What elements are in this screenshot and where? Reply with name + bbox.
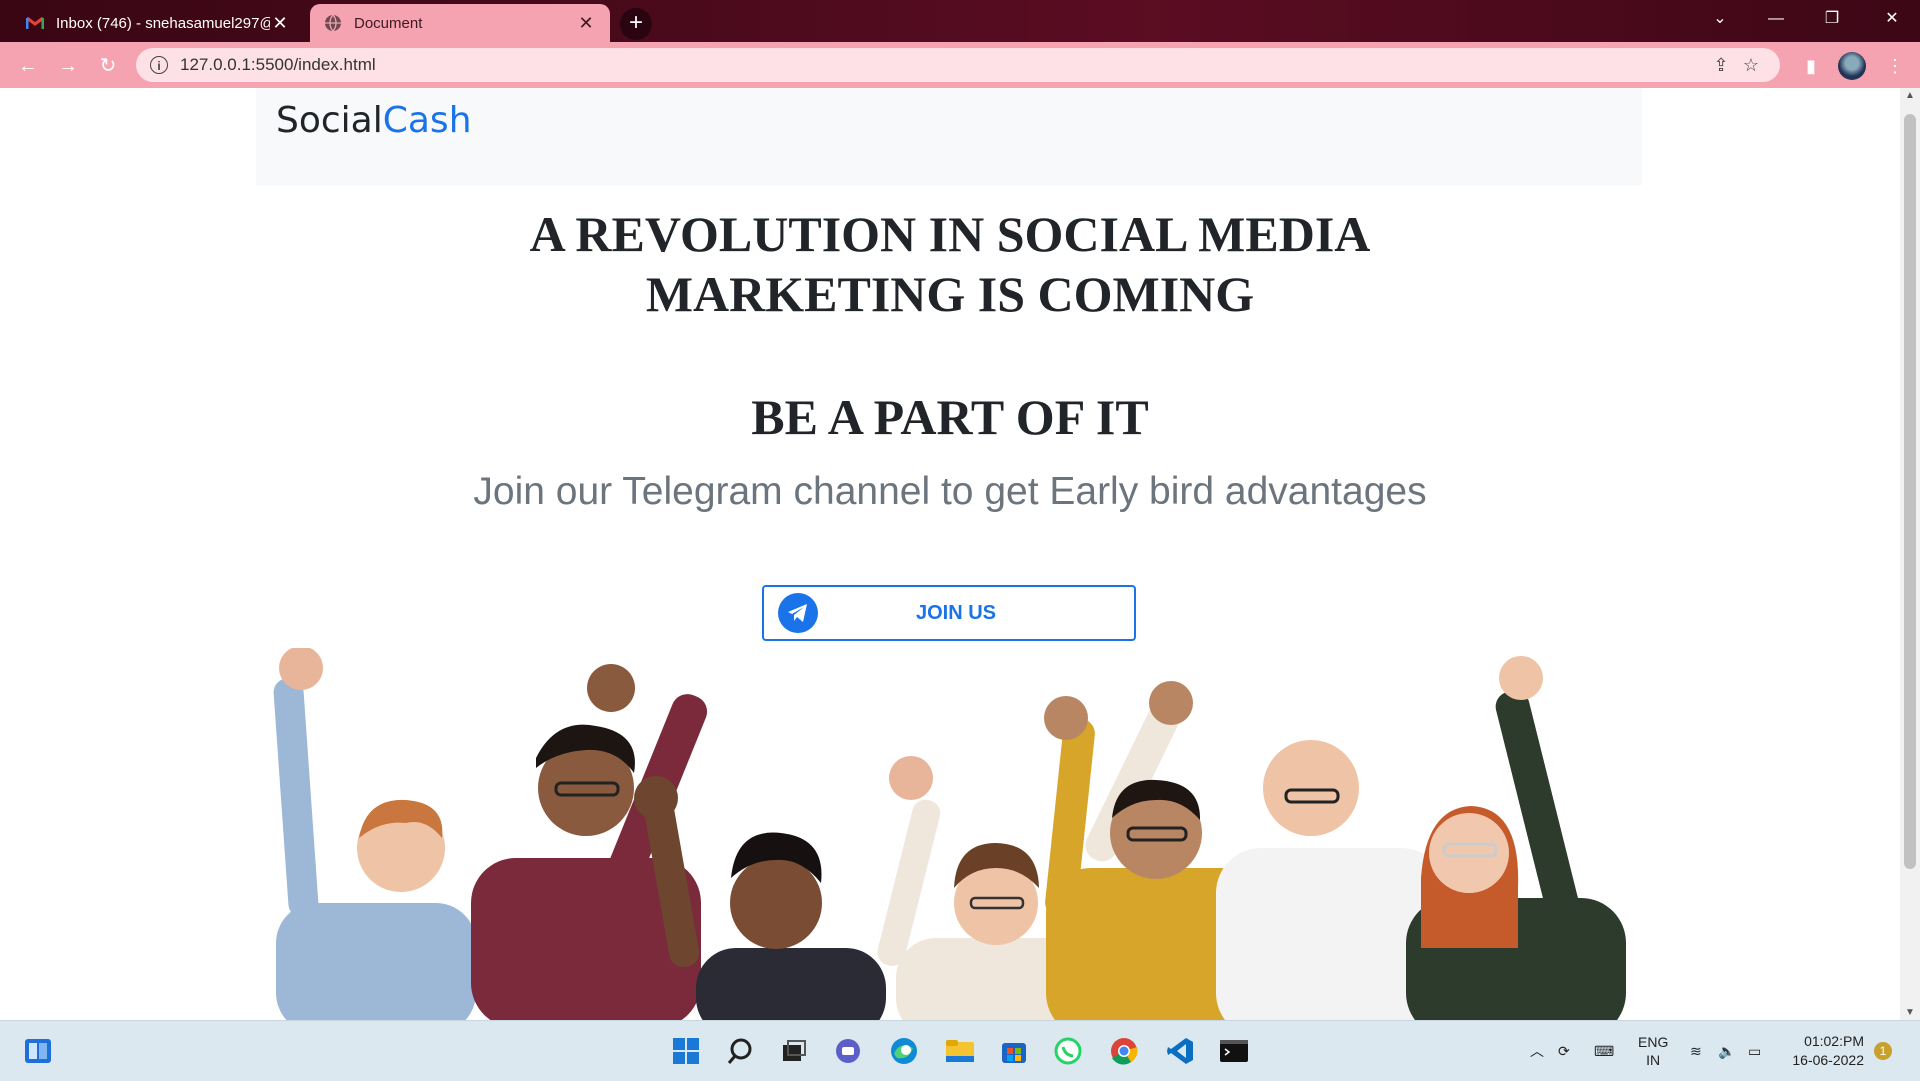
whatsapp-icon[interactable]: [1048, 1031, 1088, 1071]
restore-icon[interactable]: ❐: [1804, 0, 1860, 38]
edge-icon[interactable]: [884, 1031, 924, 1071]
person-blue-shirt: [273, 648, 476, 1020]
scroll-up-icon[interactable]: ▲: [1900, 90, 1920, 101]
language-code: ENG: [1638, 1034, 1669, 1050]
page-viewport: SocialCash A REVOLUTION IN SOCIAL MEDIA …: [0, 88, 1900, 1020]
minimize-icon[interactable]: —: [1748, 0, 1804, 38]
windows-taskbar: ︿ ⟳ ⌨ ENG IN ≋ 🔈 ▭ 01:02:PM 16-06-2022 1: [0, 1020, 1920, 1081]
scroll-down-icon[interactable]: ▼: [1900, 1007, 1920, 1018]
notification-center[interactable]: 1: [1874, 1021, 1892, 1081]
search-icon[interactable]: [720, 1031, 760, 1071]
share-icon[interactable]: ⇪: [1706, 55, 1736, 76]
page-headline: A REVOLUTION IN SOCIAL MEDIA MARKETING I…: [0, 204, 1900, 324]
chrome-icon[interactable]: [1104, 1031, 1144, 1071]
telegram-icon: [778, 593, 818, 633]
clock-time: 01:02:PM: [1804, 1033, 1864, 1049]
join-us-label: JOIN US: [915, 601, 997, 624]
back-icon[interactable]: ←: [14, 52, 42, 80]
headline-line-2: MARKETING IS COMING: [645, 266, 1255, 322]
new-tab-button[interactable]: +: [620, 8, 652, 40]
vscode-icon[interactable]: [1160, 1031, 1200, 1071]
forward-icon[interactable]: →: [54, 52, 82, 80]
wifi-icon[interactable]: ≋: [1690, 1021, 1702, 1081]
browser-toolbar: ← → ↻ i 127.0.0.1:5500/index.html ⇪ ☆ ▮ …: [0, 42, 1920, 88]
page-scrollbar[interactable]: ▲ ▼: [1900, 88, 1920, 1020]
brand-logo[interactable]: SocialCash: [276, 100, 472, 141]
profile-avatar[interactable]: [1838, 52, 1866, 80]
site-navbar: SocialCash: [256, 88, 1642, 185]
close-tab-icon[interactable]: ✕: [576, 13, 596, 34]
address-bar[interactable]: i 127.0.0.1:5500/index.html ⇪ ☆: [136, 48, 1780, 82]
people-celebrating-illustration: [273, 648, 1626, 1020]
close-tab-icon[interactable]: ✕: [270, 13, 290, 34]
menu-dots-icon[interactable]: ⋮: [1880, 52, 1910, 80]
tab-search-icon[interactable]: ⌄: [1692, 0, 1748, 38]
start-icon[interactable]: [666, 1031, 706, 1071]
scroll-thumb[interactable]: [1904, 114, 1916, 869]
address-url[interactable]: 127.0.0.1:5500/index.html: [180, 55, 1706, 75]
site-info-icon[interactable]: i: [150, 56, 168, 74]
tab-title: Document: [354, 14, 423, 32]
sync-status-icon[interactable]: ⟳: [1558, 1021, 1570, 1081]
teams-chat-icon[interactable]: [828, 1031, 868, 1071]
clock-date: 16-06-2022: [1792, 1052, 1864, 1068]
brand-part-social: Social: [276, 100, 383, 141]
tab-document[interactable]: Document ✕: [310, 4, 610, 42]
headline-line-1: A REVOLUTION IN SOCIAL MEDIA: [529, 206, 1371, 262]
page-lead-text: Join our Telegram channel to get Early b…: [473, 470, 1427, 513]
globe-icon: [324, 14, 342, 32]
gmail-icon: [26, 14, 44, 32]
brand-part-cash: Cash: [382, 100, 472, 141]
store-icon[interactable]: [994, 1031, 1034, 1071]
file-explorer-icon[interactable]: [940, 1031, 980, 1071]
tab-inbox[interactable]: Inbox (746) - snehasamuel297@g ✕: [12, 4, 304, 42]
task-view-icon[interactable]: [774, 1031, 814, 1071]
region-code: IN: [1646, 1052, 1661, 1068]
battery-icon[interactable]: ▭: [1748, 1021, 1761, 1081]
show-hidden-icons[interactable]: ︿: [1530, 1021, 1544, 1081]
close-window-icon[interactable]: ✕: [1864, 0, 1920, 38]
side-panel-icon[interactable]: ▮: [1796, 52, 1826, 80]
notification-badge: 1: [1874, 1042, 1892, 1060]
reload-icon[interactable]: ↻: [94, 52, 122, 80]
terminal-icon[interactable]: [1214, 1031, 1254, 1071]
input-language[interactable]: ENG IN: [1638, 1021, 1668, 1081]
widgets-icon[interactable]: [18, 1031, 58, 1071]
tab-title: Inbox (746) - snehasamuel297@g: [56, 14, 270, 32]
clock[interactable]: 01:02:PM 16-06-2022: [1790, 1021, 1864, 1081]
volume-icon[interactable]: 🔈: [1718, 1021, 1735, 1081]
bookmark-star-icon[interactable]: ☆: [1736, 55, 1766, 76]
page-subheadline: BE A PART OF IT: [751, 389, 1149, 445]
person-green-shirt: [1406, 656, 1626, 1020]
join-us-button[interactable]: JOIN US: [762, 585, 1136, 641]
keyboard-icon[interactable]: ⌨: [1594, 1021, 1614, 1081]
browser-titlebar: Inbox (746) - snehasamuel297@g ✕ Documen…: [0, 0, 1920, 42]
